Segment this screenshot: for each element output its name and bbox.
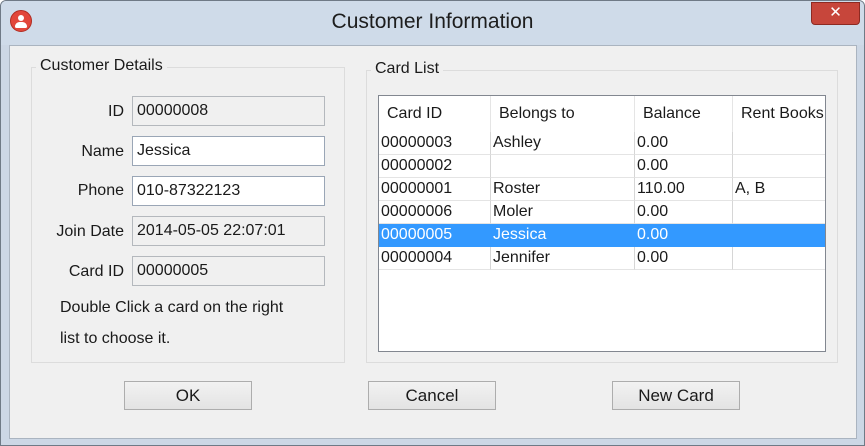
new-card-button[interactable]: New Card <box>612 381 740 410</box>
balance-cell: 0.00 <box>635 224 733 247</box>
customer-details-label: Customer Details <box>36 57 167 75</box>
ok-button[interactable]: OK <box>124 381 252 410</box>
balance-cell: 0.00 <box>635 247 733 270</box>
rent-books-cell <box>733 155 825 178</box>
join-date-label: Join Date <box>56 223 124 240</box>
column-header-rent-books[interactable]: Rent Books <box>733 96 825 132</box>
table-row[interactable]: 00000005 Jessica 0.00 <box>379 224 825 247</box>
rent-books-cell <box>733 247 825 270</box>
card-id-cell: 00000005 <box>379 224 491 247</box>
balance-cell: 0.00 <box>635 201 733 224</box>
close-icon: ✕ <box>829 4 842 21</box>
balance-cell: 0.00 <box>635 132 733 155</box>
belongs-to-cell: Jennifer <box>491 247 635 270</box>
belongs-to-cell <box>491 155 635 178</box>
title-bar[interactable]: Customer Information ✕ <box>1 1 864 45</box>
belongs-to-cell: Ashley <box>491 132 635 155</box>
card-id-cell: 00000006 <box>379 201 491 224</box>
card-list-view[interactable]: Card ID Belongs to Balance Rent Books 00… <box>378 95 826 352</box>
balance-cell: 0.00 <box>635 155 733 178</box>
rent-books-cell <box>733 224 825 247</box>
card-id-field: 00000005 <box>132 256 325 286</box>
card-list-label: Card List <box>371 60 444 78</box>
customer-info-window: Customer Information ✕ Customer Details … <box>0 0 865 446</box>
card-id-cell: 00000003 <box>379 132 491 155</box>
table-row[interactable]: 00000004 Jennifer 0.00 <box>379 247 825 270</box>
phone-field[interactable]: 010-87322123 <box>132 176 325 206</box>
id-label: ID <box>108 103 124 120</box>
phone-label: Phone <box>77 182 124 199</box>
belongs-to-cell: Roster <box>491 178 635 201</box>
window-title: Customer Information <box>331 10 534 33</box>
column-header-belongs-to[interactable]: Belongs to <box>491 96 635 132</box>
card-id-cell: 00000001 <box>379 178 491 201</box>
column-header-balance[interactable]: Balance <box>635 96 733 132</box>
belongs-to-cell: Moler <box>491 201 635 224</box>
table-row[interactable]: 00000006 Moler 0.00 <box>379 201 825 224</box>
belongs-to-cell: Jessica <box>491 224 635 247</box>
rent-books-cell <box>733 201 825 224</box>
table-row[interactable]: 00000001 Roster 110.00 A, B <box>379 178 825 201</box>
card-id-cell: 00000004 <box>379 247 491 270</box>
card-id-cell: 00000002 <box>379 155 491 178</box>
rent-books-cell <box>733 132 825 155</box>
dialog-body: Customer Details ID 00000008 Name Jessic… <box>9 45 857 439</box>
name-field[interactable]: Jessica <box>132 136 325 166</box>
card-list-group: Card List Card ID Belongs to Balance Ren… <box>366 60 838 363</box>
cancel-button[interactable]: Cancel <box>368 381 496 410</box>
hint-line-2: list to choose it. <box>60 330 171 347</box>
name-label: Name <box>81 143 124 160</box>
rent-books-cell: A, B <box>733 178 825 201</box>
close-button[interactable]: ✕ <box>811 2 860 25</box>
column-header-card-id[interactable]: Card ID <box>379 96 491 132</box>
table-row[interactable]: 00000002 0.00 <box>379 155 825 178</box>
id-field: 00000008 <box>132 96 325 126</box>
hint-line-1: Double Click a card on the right <box>60 299 284 316</box>
balance-cell: 110.00 <box>635 178 733 201</box>
join-date-field: 2014-05-05 22:07:01 <box>132 216 325 246</box>
card-id-label: Card ID <box>68 263 124 280</box>
customer-details-group: Customer Details ID 00000008 Name Jessic… <box>31 57 345 363</box>
table-row[interactable]: 00000003 Ashley 0.00 <box>379 132 825 155</box>
